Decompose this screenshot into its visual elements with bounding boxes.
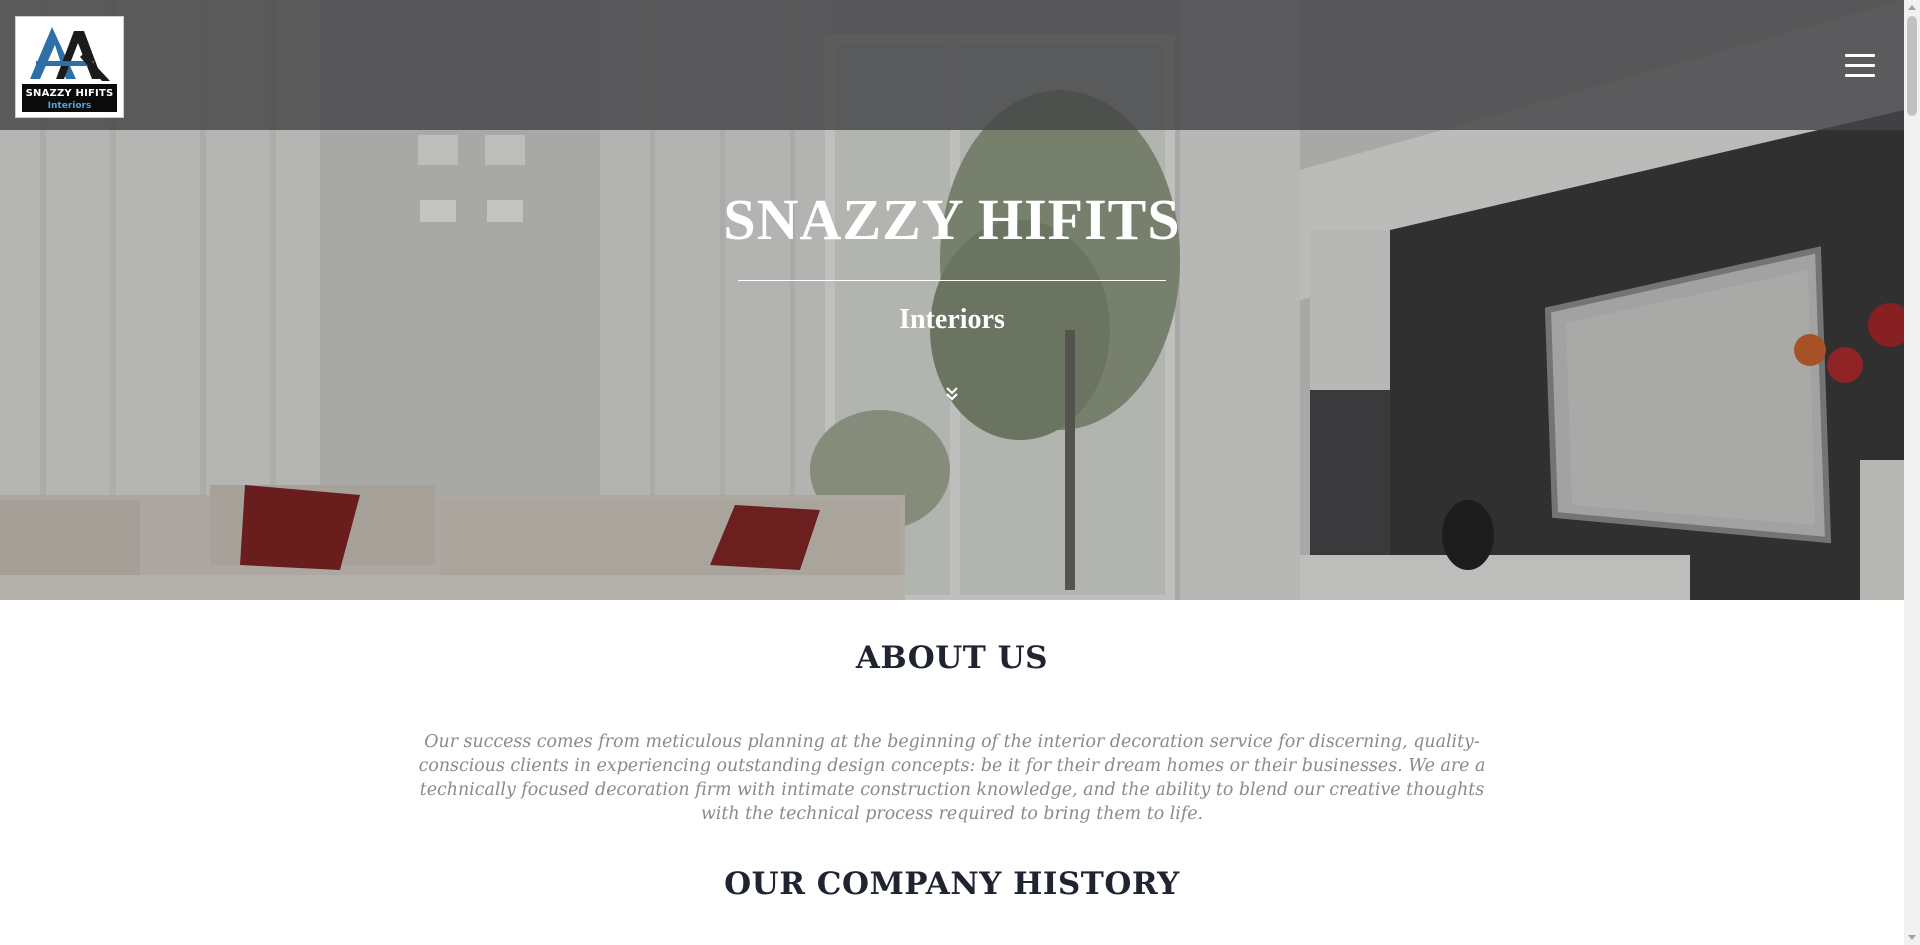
scroll-up-arrow-icon[interactable] xyxy=(1908,4,1916,12)
logo-name: SNAZZY HIFITS xyxy=(25,88,114,99)
logo-subtitle: Interiors xyxy=(47,101,92,111)
about-text: Our success comes from meticulous planni… xyxy=(418,732,1486,824)
history-heading: OUR COMPANY HISTORY xyxy=(724,866,1180,902)
menu-line xyxy=(1845,74,1875,77)
hero-title: SNAZZY HIFITS xyxy=(723,187,1181,252)
page-scrollbar[interactable] xyxy=(1904,0,1920,945)
logo-mark-icon xyxy=(30,27,110,81)
double-chevron-down-icon[interactable] xyxy=(945,386,959,402)
menu-line xyxy=(1845,64,1875,67)
hero-divider xyxy=(738,280,1166,281)
hero-subtitle: Interiors xyxy=(899,304,1005,335)
scroll-down-arrow-icon[interactable] xyxy=(1908,933,1916,941)
hamburger-icon[interactable] xyxy=(1843,52,1877,78)
hero-section: SNAZZY HIFITS Interiors SNAZZY HIFITS In… xyxy=(0,0,1904,600)
brand-logo[interactable]: SNAZZY HIFITS Interiors xyxy=(15,16,124,118)
about-heading: ABOUT US xyxy=(855,640,1049,676)
logo-text-band: SNAZZY HIFITS Interiors xyxy=(22,84,117,112)
menu-line xyxy=(1845,54,1875,57)
header-bar: SNAZZY HIFITS Interiors xyxy=(0,0,1904,130)
scrollbar-thumb[interactable] xyxy=(1907,16,1917,116)
